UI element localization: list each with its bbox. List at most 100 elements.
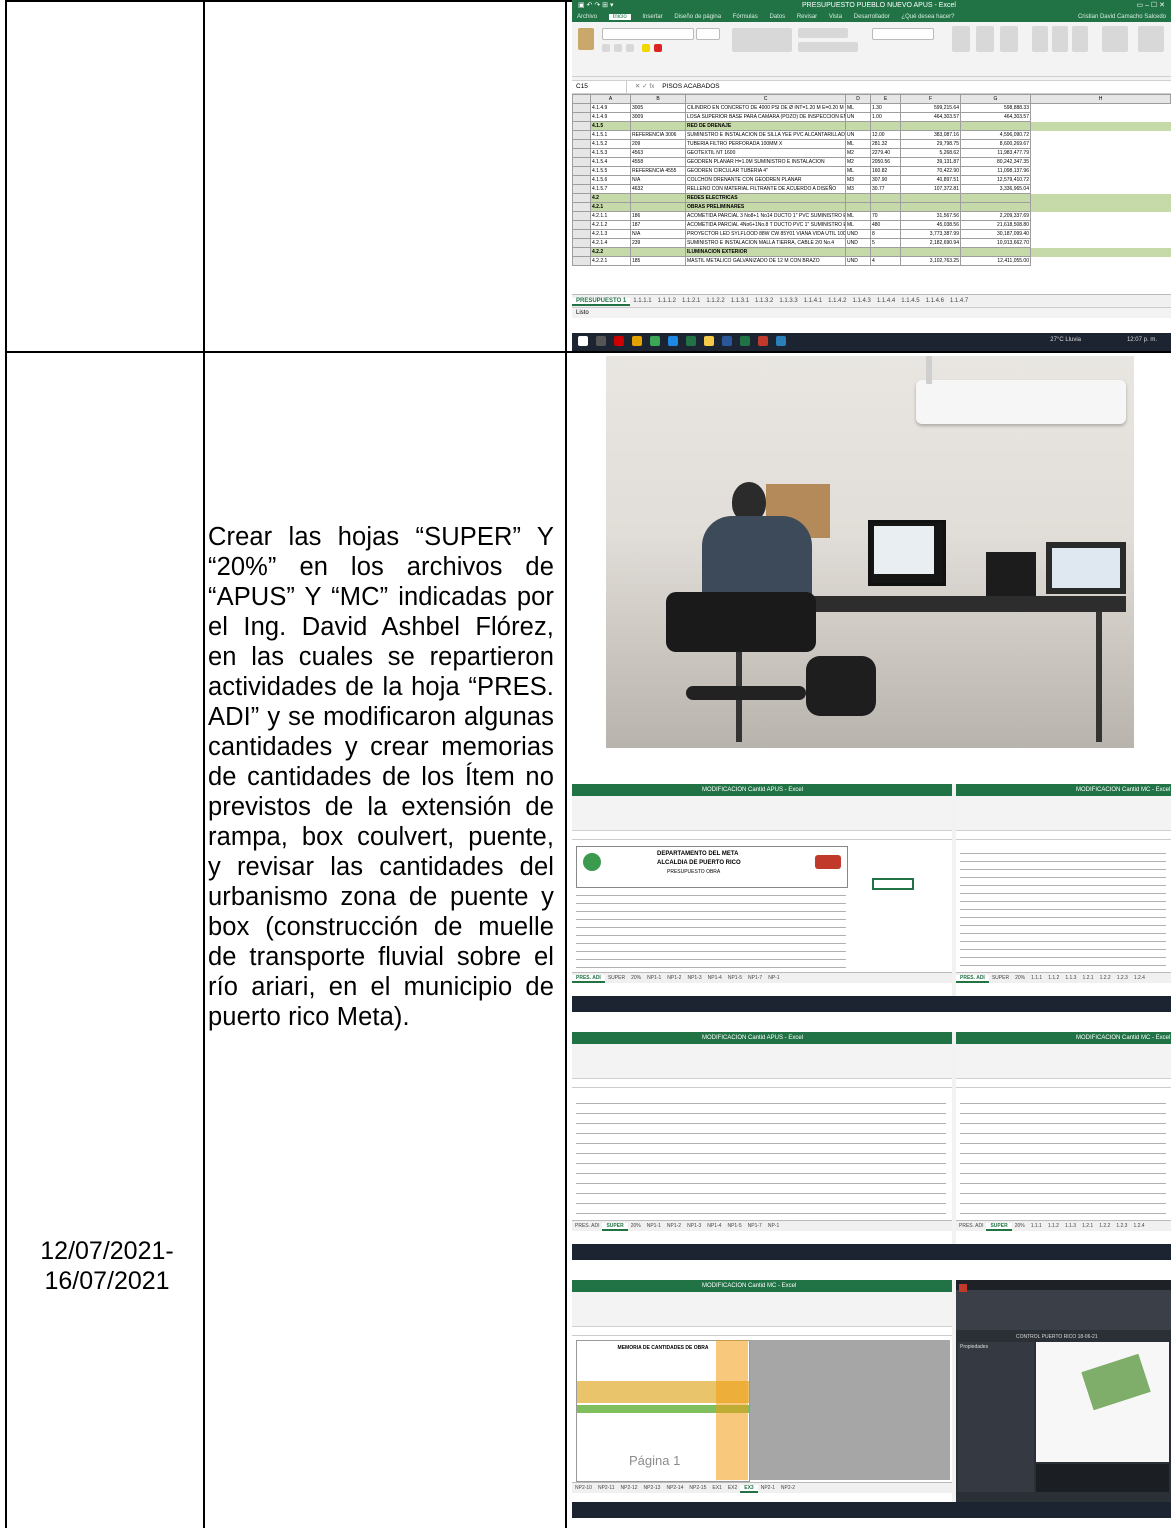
- drawing-tab[interactable]: CONTROL PUERTO RICO 18-06-21: [1016, 1334, 1098, 1340]
- italic-icon[interactable]: [614, 44, 622, 52]
- sheet-tab[interactable]: 1.1.3.2: [752, 298, 776, 304]
- sheet-tab[interactable]: PRES. ADI: [956, 1223, 986, 1229]
- row-header[interactable]: [572, 157, 591, 167]
- row-header[interactable]: [572, 103, 591, 113]
- tab-revisar[interactable]: Revisar: [797, 14, 817, 20]
- sheet-tab[interactable]: 1.1.3: [1062, 975, 1079, 981]
- table-cell[interactable]: REDES ELECTRICAS: [685, 193, 846, 203]
- app-icon[interactable]: [614, 336, 624, 346]
- column-header[interactable]: B: [630, 94, 686, 104]
- table-cell[interactable]: [1031, 140, 1171, 149]
- conditional-format-icon[interactable]: [952, 26, 970, 52]
- edge-icon[interactable]: [668, 336, 678, 346]
- table-cell[interactable]: [900, 121, 961, 131]
- table-cell[interactable]: 12,411,055.00: [960, 256, 1031, 266]
- row-header[interactable]: [572, 238, 591, 248]
- wrap-text-button[interactable]: [798, 28, 848, 38]
- column-header[interactable]: C: [685, 94, 846, 104]
- tab-diseno[interactable]: Diseño de página: [674, 14, 721, 20]
- row-header[interactable]: [572, 175, 591, 185]
- table-cell[interactable]: CILINDRO EN CONCRETO DE 4000 PSI DE Ø IN…: [685, 103, 846, 113]
- table-cell[interactable]: [960, 121, 1031, 131]
- table-cell[interactable]: LOSA SUPERIOR BASE PARA CAMARA (POZO) DE…: [685, 112, 846, 122]
- table-cell[interactable]: GEOTEXTIL NT 1600: [685, 148, 846, 158]
- table-cell[interactable]: 4.2.2.1: [590, 256, 631, 266]
- table-cell[interactable]: 307.90: [870, 175, 901, 185]
- sheet-tab[interactable]: 20%: [628, 1223, 644, 1229]
- table-cell[interactable]: 3005: [630, 103, 686, 113]
- row-header[interactable]: [572, 202, 591, 212]
- sheet-tab[interactable]: 1.2.2: [1097, 975, 1114, 981]
- table-cell[interactable]: [870, 121, 901, 131]
- table-cell[interactable]: 3,336,965.04: [960, 184, 1031, 194]
- sheet-tab[interactable]: 1.1.4.3: [849, 298, 873, 304]
- sheet-tab[interactable]: NP1-7: [745, 975, 765, 981]
- sheet-tab[interactable]: NP-1: [765, 1223, 782, 1229]
- table-cell[interactable]: 30,187,099.40: [960, 229, 1031, 239]
- table-cell[interactable]: [1031, 167, 1171, 176]
- table-cell[interactable]: [1031, 230, 1171, 239]
- excel-icon[interactable]: [686, 336, 696, 346]
- table-cell[interactable]: RELLENO CON MATERIAL FILTRANTE DE ACUERD…: [685, 184, 846, 194]
- table-cell[interactable]: 5,268.62: [900, 148, 961, 158]
- table-cell[interactable]: 4.1.5: [590, 121, 631, 131]
- search-icon[interactable]: [596, 336, 606, 346]
- table-cell[interactable]: 70: [870, 211, 901, 221]
- sheet-tab[interactable]: 20%: [628, 975, 644, 981]
- table-cell[interactable]: 209: [630, 139, 686, 149]
- table-cell[interactable]: SUMINISTRO E INSTALACION MALLA TIERRA, C…: [685, 238, 846, 248]
- sheet-tab[interactable]: NP2-15: [686, 1485, 709, 1491]
- column-header[interactable]: A: [590, 94, 631, 104]
- table-cell[interactable]: 12.00: [870, 130, 901, 140]
- sheet-tab[interactable]: EX2: [725, 1485, 740, 1491]
- table-cell[interactable]: 4.1.4.9: [590, 103, 631, 113]
- column-header[interactable]: E: [870, 94, 901, 104]
- sheet-tab[interactable]: 1.1.3: [1062, 1223, 1079, 1229]
- table-cell[interactable]: [630, 247, 686, 257]
- table-cell[interactable]: [1031, 158, 1171, 167]
- font-color-icon[interactable]: [654, 44, 662, 52]
- sheet-tab[interactable]: NP1-5: [725, 975, 745, 981]
- sheet-tab[interactable]: SUPER: [605, 975, 628, 981]
- table-cell[interactable]: [1031, 221, 1171, 230]
- table-cell[interactable]: 281.32: [870, 139, 901, 149]
- table-cell[interactable]: 480: [870, 220, 901, 230]
- table-cell[interactable]: 29,798.75: [900, 139, 961, 149]
- table-cell[interactable]: [960, 202, 1031, 212]
- paste-icon[interactable]: [578, 28, 594, 50]
- tab-insertar[interactable]: Insertar: [642, 14, 662, 20]
- table-cell[interactable]: 39,131.87: [900, 157, 961, 167]
- table-cell[interactable]: 4.1.5.1: [590, 130, 631, 140]
- table-cell[interactable]: GEODREN CIRCULAR TUBERIA 4": [685, 166, 846, 176]
- table-cell[interactable]: [900, 247, 961, 257]
- column-header[interactable]: G: [960, 94, 1031, 104]
- sheet-tab[interactable]: 1.2.2: [1096, 1223, 1113, 1229]
- app-icon[interactable]: [632, 336, 642, 346]
- table-cell[interactable]: 4.2.1.4: [590, 238, 631, 248]
- table-cell[interactable]: M3: [845, 175, 871, 185]
- tab-formulas[interactable]: Fórmulas: [733, 14, 758, 20]
- column-header[interactable]: F: [900, 94, 961, 104]
- tab-datos[interactable]: Datos: [769, 14, 785, 20]
- table-cell[interactable]: COLCHON DRENANTE CON GEODREN PLANAR: [685, 175, 846, 185]
- tab-vista[interactable]: Vista: [829, 14, 842, 20]
- file-explorer-icon[interactable]: [704, 336, 714, 346]
- table-cell[interactable]: 3,102,763.25: [900, 256, 961, 266]
- number-format-box[interactable]: [872, 28, 934, 40]
- sheet-tab[interactable]: 1.1.2: [1045, 975, 1062, 981]
- sheet-tab[interactable]: 1.1.1: [1028, 1223, 1045, 1229]
- table-cell[interactable]: OBRAS PRELIMINARES: [685, 202, 846, 212]
- table-cell[interactable]: [870, 202, 901, 212]
- sheet-tab[interactable]: PRES. ADI: [572, 975, 605, 983]
- sheet-tab[interactable]: 1.1.4.4: [874, 298, 898, 304]
- table-cell[interactable]: [630, 121, 686, 131]
- sheet-tab[interactable]: 1.1.1: [1028, 975, 1045, 981]
- table-cell[interactable]: [845, 202, 871, 212]
- sheet-tab[interactable]: NP2-13: [641, 1485, 664, 1491]
- table-cell[interactable]: 40,897.51: [900, 175, 961, 185]
- table-cell[interactable]: GEODREN PLANAR H=1.0M SUMINISTRO E INSTA…: [685, 157, 846, 167]
- table-cell[interactable]: 598,888.33: [960, 103, 1031, 113]
- table-cell[interactable]: 1.30: [870, 103, 901, 113]
- table-cell[interactable]: [1031, 176, 1171, 185]
- sheet-tab[interactable]: 20%: [1012, 975, 1028, 981]
